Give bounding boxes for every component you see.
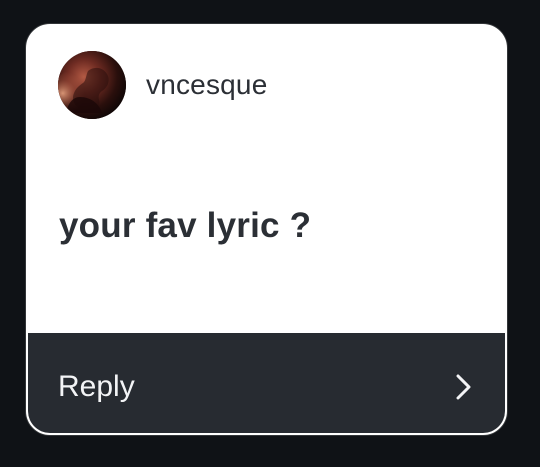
reply-label: Reply (58, 370, 135, 403)
question-sticker-card: vncesque your fav lyric ? Reply (26, 24, 507, 435)
question-text: your fav lyric ? (59, 206, 312, 245)
card-header: vncesque (28, 26, 505, 146)
reply-button[interactable]: Reply (28, 333, 505, 433)
username: vncesque (146, 69, 268, 100)
chevron-right-icon (451, 369, 477, 405)
avatar (58, 51, 126, 119)
